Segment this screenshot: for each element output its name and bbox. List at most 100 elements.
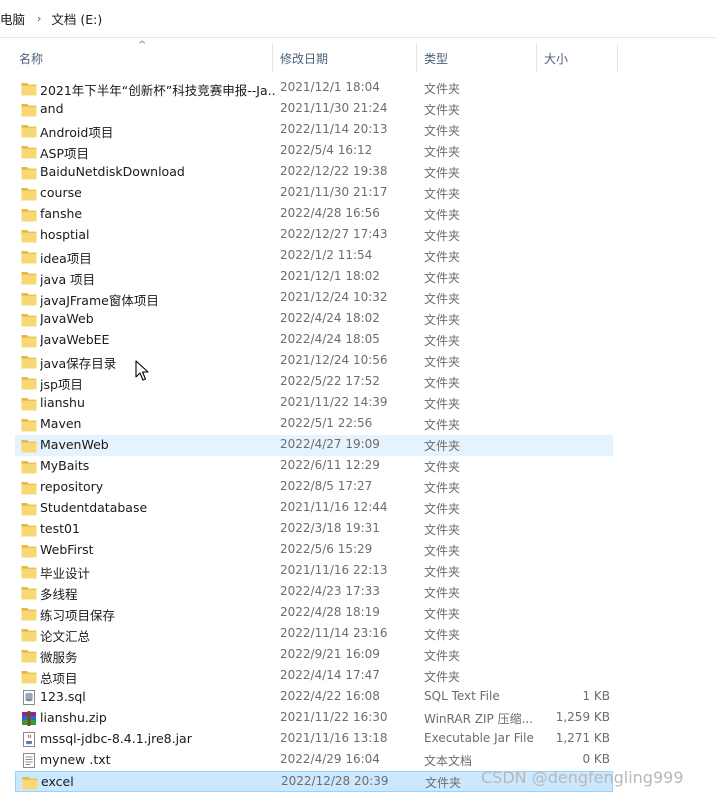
list-item-type: 文件夹 [424,523,461,537]
list-item-type: 文件夹 [424,544,461,558]
folder-icon [21,480,37,495]
list-item[interactable]: and 2021/11/30 21:24 文件夹 [15,99,613,120]
list-item[interactable]: 练习项目保存 2022/4/28 18:19 文件夹 [15,603,613,624]
jar-file-icon [21,732,37,747]
folder-icon [21,543,37,558]
list-item-name: Studentdatabase [40,500,148,515]
list-item[interactable]: MavenWeb 2022/4/27 19:09 文件夹 [15,435,613,456]
list-item-date: 2022/4/14 17:47 [280,668,380,682]
list-item-type: 文件夹 [424,166,461,180]
list-item[interactable]: 总项目 2022/4/14 17:47 文件夹 [15,666,613,687]
list-item-type: 文件夹 [424,418,461,432]
list-item[interactable]: MyBaits 2022/6/11 12:29 文件夹 [15,456,613,477]
breadcrumb-current[interactable]: 文档 (E:) [51,9,102,28]
folder-icon [21,627,37,642]
list-item-type: 文件夹 [424,628,461,642]
list-item[interactable]: hosptial 2022/12/27 17:43 文件夹 [15,225,613,246]
list-item-type: 文件夹 [424,586,461,600]
list-item[interactable]: java 项目 2021/12/1 18:02 文件夹 [15,267,613,288]
column-header-type[interactable]: 类型 [417,44,537,72]
list-item-type: 文件夹 [424,439,461,453]
list-item-name: java保存目录 [40,356,117,371]
list-item[interactable]: jsp项目 2022/5/22 17:52 文件夹 [15,372,613,393]
list-item[interactable]: 微服务 2022/9/21 16:09 文件夹 [15,645,613,666]
list-item[interactable]: lianshu.zip 2021/11/22 16:30 WinRAR ZIP 压缩… [15,708,613,729]
list-item-name: javaJFrame窗体项目 [40,293,159,308]
list-item[interactable]: java保存目录 2021/12/24 10:56 文件夹 [15,351,613,372]
list-item-name: BaiduNetdiskDownload [40,164,185,179]
list-item[interactable]: ASP项目 2022/5/4 16:12 文件夹 [15,141,613,162]
list-item[interactable]: mssql-jdbc-8.4.1.jre8.jar 2021/11/16 13:1… [15,729,613,750]
folder-icon [21,102,37,117]
list-item[interactable]: JavaWebEE 2022/4/24 18:05 文件夹 [15,330,613,351]
list-item[interactable]: javaJFrame窗体项目 2021/12/24 10:32 文件夹 [15,288,613,309]
list-item-name: course [40,185,82,200]
list-item[interactable]: 123.sql 2022/4/22 16:08 SQL Text File 1 KB [15,687,613,708]
folder-icon [21,291,37,306]
list-item[interactable]: BaiduNetdiskDownload 2022/12/22 19:38 文件夹 [15,162,613,183]
folder-icon [21,459,37,474]
folder-icon [21,81,37,96]
list-item-name: and [40,101,64,116]
list-item[interactable]: lianshu 2021/11/22 14:39 文件夹 [15,393,613,414]
list-item-type: 文件夹 [424,313,461,327]
list-item-type: SQL Text File [424,689,500,703]
column-header-date[interactable]: 修改日期 [273,44,417,72]
list-item-name: mssql-jdbc-8.4.1.jre8.jar [40,731,192,746]
list-item-type: 文件夹 [424,208,461,222]
list-item-date: 2021/11/16 12:44 [280,500,388,514]
list-item[interactable]: 论文汇总 2022/11/14 23:16 文件夹 [15,624,613,645]
column-header-size[interactable]: 大小 [537,44,618,72]
text-file-icon [21,753,37,768]
list-item[interactable]: WebFirst 2022/5/6 15:29 文件夹 [15,540,613,561]
list-item-date: 2022/6/11 12:29 [280,458,380,472]
folder-icon [21,354,37,369]
list-item-type: 文件夹 [424,397,461,411]
list-item-date: 2022/3/18 19:31 [280,521,380,535]
list-item-date: 2022/4/22 16:08 [280,689,380,703]
list-item-type: Executable Jar File [424,731,534,745]
chevron-right-icon[interactable]: › [37,12,41,25]
list-item-date: 2022/8/5 17:27 [280,479,373,493]
list-item-name: hosptial [40,227,90,242]
list-item-name: 2021年下半年“创新杯”科技竞赛申报--Ja... [40,83,275,98]
list-item[interactable]: Studentdatabase 2021/11/16 12:44 文件夹 [15,498,613,519]
watermark-text: CSDN @dengfengling999 [481,768,684,787]
list-item-date: 2022/11/14 20:13 [280,122,388,136]
list-item[interactable]: Maven 2022/5/1 22:56 文件夹 [15,414,613,435]
list-item-date: 2021/12/1 18:02 [280,269,380,283]
list-item[interactable]: repository 2022/8/5 17:27 文件夹 [15,477,613,498]
list-item-date: 2022/1/2 11:54 [280,248,373,262]
list-item[interactable]: 多线程 2022/4/23 17:33 文件夹 [15,582,613,603]
column-header-name[interactable]: 名称 [15,44,273,72]
list-item-date: 2021/11/22 14:39 [280,395,388,409]
list-item-type: WinRAR ZIP 压缩... [424,712,534,726]
list-item[interactable]: course 2021/11/30 21:17 文件夹 [15,183,613,204]
list-item[interactable]: fanshe 2022/4/28 16:56 文件夹 [15,204,613,225]
column-header: ^ 名称 修改日期 类型 大小 [0,40,715,72]
folder-icon [21,207,37,222]
list-item[interactable]: 毕业设计 2021/11/16 22:13 文件夹 [15,561,613,582]
breadcrumb-parent[interactable]: 电脑 [0,9,25,28]
list-item-date: 2022/4/23 17:33 [280,584,380,598]
list-item-type: 文件夹 [424,355,461,369]
folder-icon [21,333,37,348]
list-item-date: 2021/12/1 18:04 [280,80,380,94]
folder-icon [21,270,37,285]
list-item-name: JavaWebEE [40,332,110,347]
list-item-name: 微服务 [40,650,78,665]
list-item-type: 文件夹 [424,649,461,663]
list-item-date: 2022/9/21 16:09 [280,647,380,661]
list-item[interactable]: JavaWeb 2022/4/24 18:02 文件夹 [15,309,613,330]
list-item[interactable]: 2021年下半年“创新杯”科技竞赛申报--Ja... 2021/12/1 18:0… [15,78,613,99]
list-item-name: java 项目 [40,272,96,287]
list-item-date: 2022/4/29 16:04 [280,752,380,766]
list-item[interactable]: test01 2022/3/18 19:31 文件夹 [15,519,613,540]
list-item-date: 2022/5/22 17:52 [280,374,380,388]
list-item[interactable]: Android项目 2022/11/14 20:13 文件夹 [15,120,613,141]
list-item-type: 文件夹 [424,250,461,264]
list-item[interactable]: idea项目 2022/1/2 11:54 文件夹 [15,246,613,267]
list-item-type: 文件夹 [424,607,461,621]
list-item-name: lianshu.zip [40,710,107,725]
list-item-type: 文件夹 [424,103,461,117]
